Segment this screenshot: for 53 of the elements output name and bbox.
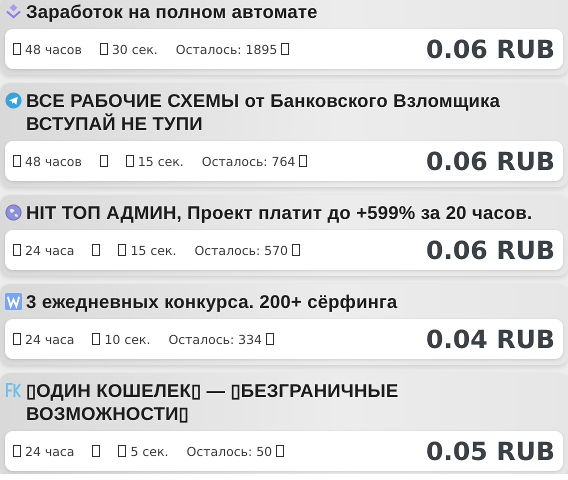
missing-glyph-icon	[13, 333, 21, 345]
price: 0.05 RUB	[426, 436, 555, 466]
missing-glyph-icon	[13, 43, 21, 55]
missing-glyph-icon	[276, 445, 284, 457]
missing-glyph-icon	[13, 244, 21, 256]
price: 0.06 RUB	[426, 146, 555, 176]
task-card[interactable]: 24 часа 10 сек. Осталось: 334 0.04 RUB	[5, 319, 563, 359]
meta-text: 24 часа	[25, 444, 74, 458]
missing-glyph-icon	[13, 445, 21, 457]
missing-glyph-icon	[292, 244, 300, 256]
task-title[interactable]: ВСЕ РАБОЧИЕ СХЕМЫ от Банковского Взломщика ВСТУПАЙ НЕ ТУПИ	[26, 89, 561, 135]
missing-glyph-icon	[100, 155, 108, 167]
paper-plane-icon	[5, 92, 22, 109]
missing-glyph-icon	[13, 155, 21, 167]
globe-icon	[5, 204, 22, 221]
task-title[interactable]: Заработок на полном автомате	[26, 0, 318, 23]
task-title[interactable]: 3 ежедневных конкурса. 200+ сёрфинга	[26, 290, 398, 313]
remaining-count: Осталось: 50	[186, 444, 272, 458]
remaining-count: Осталось: 570	[194, 242, 288, 258]
missing-glyph-icon	[92, 445, 100, 457]
missing-glyph-icon	[126, 155, 134, 167]
missing-glyph-icon	[281, 43, 290, 55]
meta-text: 24 часа	[25, 242, 74, 258]
price: 0.06 RUB	[426, 34, 555, 64]
remaining-count: Осталось: 1895	[176, 42, 278, 56]
missing-glyph-icon	[266, 333, 274, 345]
missing-glyph-icon	[118, 445, 126, 457]
missing-glyph-icon	[100, 43, 108, 55]
meta-text: 15 сек.	[130, 242, 176, 258]
remaining-count: Осталось: 334	[168, 332, 262, 346]
meta-text: 30 сек.	[112, 42, 158, 56]
meta-text: 5 сек.	[130, 444, 168, 458]
missing-glyph-icon	[92, 244, 100, 256]
missing-glyph-icon	[92, 333, 100, 345]
logo-icon	[5, 382, 22, 399]
chevrons-logo-icon	[5, 3, 22, 20]
remaining-count: Осталось: 764	[202, 154, 296, 168]
meta-text: 48 часов	[25, 42, 82, 56]
missing-glyph-icon	[118, 244, 126, 256]
task-card[interactable]: 48 часов 30 сек. Осталось: 1895 0.06 RUB	[5, 29, 563, 69]
task-title[interactable]: HIT ТОП АДМИН, Проект платит до +599% за 20 часов.	[26, 201, 532, 224]
meta-text: 15 сек.	[138, 154, 184, 168]
task-card[interactable]: 48 часов 15 сек. Осталось: 764 0.06 RUB	[5, 141, 563, 181]
missing-glyph-icon	[299, 155, 308, 167]
meta-text: 10 сек.	[104, 332, 150, 346]
task-card[interactable]: 24 часа 5 сек. Осталось: 50 0.05 RUB	[5, 431, 563, 471]
meta-text: 48 часов	[25, 154, 82, 168]
task-card[interactable]: 24 часа 15 сек. Осталось: 570 0.06 RUB	[5, 230, 563, 270]
meta-text: 24 часа	[25, 332, 74, 346]
w-logo-icon	[5, 293, 22, 310]
price: 0.04 RUB	[426, 324, 555, 354]
price: 0.06 RUB	[426, 236, 555, 264]
task-title[interactable]: ▯ОДИН КОШЕЛЕК▯ — ▯БЕЗГРАНИЧНЫЕ ВОЗМОЖНОСТИ▯	[26, 379, 561, 425]
